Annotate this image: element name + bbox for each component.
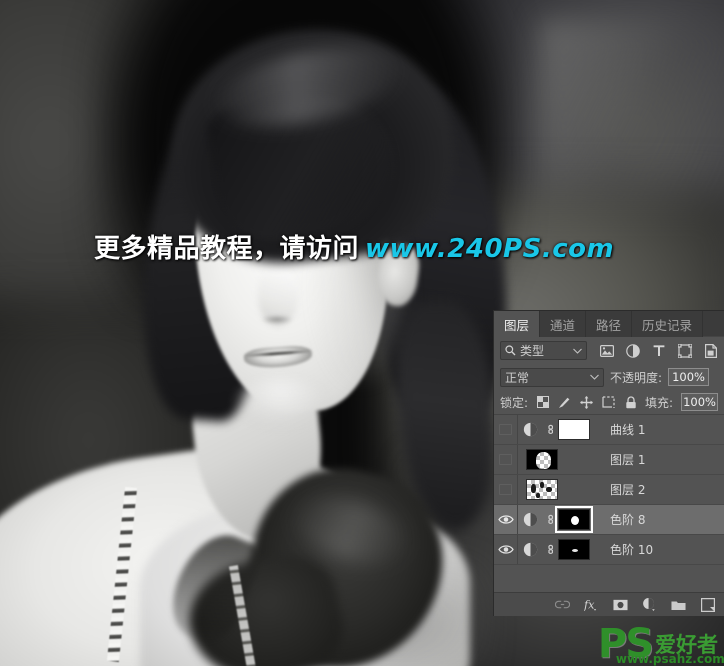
- tab-bar-filler: [703, 311, 724, 337]
- layer-filter-bar: 类型: [494, 337, 724, 364]
- adjustment-thumbnail[interactable]: [518, 512, 542, 527]
- blend-mode-value: 正常: [505, 370, 530, 385]
- mask-thumb-black-small-dot: [558, 539, 590, 560]
- mask-link-toggle[interactable]: [542, 543, 558, 556]
- opacity-label: 不透明度:: [610, 370, 663, 385]
- layer-list[interactable]: 曲线 1 图层 1 图层 2 色阶 8 色阶 10: [494, 414, 724, 565]
- new-layer-icon[interactable]: [700, 597, 715, 612]
- tab-layers[interactable]: 图层: [494, 311, 541, 337]
- mask-thumb-white: [558, 419, 590, 440]
- layer-style-fx-icon[interactable]: fx: [584, 597, 599, 612]
- add-layer-mask-icon[interactable]: [613, 597, 628, 612]
- site-logo: PS 爱好者 www.psahz.com: [598, 624, 724, 665]
- lock-artboard-icon[interactable]: [602, 395, 615, 409]
- tab-history-label: 历史记录: [642, 317, 693, 333]
- link-icon: [547, 514, 553, 524]
- fill-value: 100%: [683, 395, 716, 409]
- eye-off-icon: [499, 454, 512, 465]
- panel-tab-bar: 图层 通道 路径 历史记录: [494, 311, 724, 337]
- layer-name[interactable]: 图层 2: [600, 481, 724, 498]
- layer-name[interactable]: 色阶 8: [600, 511, 724, 528]
- layers-panel[interactable]: 图层 通道 路径 历史记录 类型 正常 不透明度: 100% 锁定: 填充: 1…: [493, 310, 724, 616]
- layer-visibility-toggle[interactable]: [494, 415, 518, 444]
- adjustment-layer-icon: [523, 512, 537, 527]
- blend-mode-select[interactable]: 正常: [500, 367, 604, 387]
- eye-icon: [497, 515, 514, 524]
- tab-channels-label: 通道: [550, 317, 576, 333]
- eye-icon: [497, 545, 514, 554]
- link-icon: [547, 424, 553, 434]
- smartobject-filter-icon[interactable]: [703, 343, 718, 358]
- blend-mode-bar: 正常 不透明度: 100%: [494, 364, 724, 390]
- layer-filter-icons: [599, 343, 718, 358]
- image-filter-icon[interactable]: [599, 343, 614, 358]
- tab-channels[interactable]: 通道: [540, 311, 587, 337]
- tab-paths[interactable]: 路径: [586, 311, 633, 337]
- layer-visibility-toggle[interactable]: [494, 475, 518, 504]
- lock-image-icon[interactable]: [558, 396, 571, 409]
- new-group-icon[interactable]: [671, 597, 686, 612]
- lock-position-icon[interactable]: [580, 395, 594, 409]
- adjustment-layer-icon: [523, 422, 537, 437]
- layer-mask-thumbnail[interactable]: [558, 539, 600, 560]
- text-filter-icon[interactable]: [651, 343, 666, 358]
- layer-visibility-toggle[interactable]: [494, 505, 518, 534]
- lock-bar: 锁定: 填充: 100%: [494, 390, 724, 414]
- lock-all-icon[interactable]: [624, 395, 637, 409]
- layer-mask-thumbnail[interactable]: [555, 506, 600, 533]
- table-row[interactable]: 图层 1: [494, 445, 724, 475]
- layer-filter-kind-label: 类型: [520, 344, 545, 358]
- tab-paths-label: 路径: [596, 317, 622, 333]
- table-row[interactable]: 曲线 1: [494, 415, 724, 445]
- lock-label: 锁定:: [500, 395, 529, 410]
- layer-filter-kind-select[interactable]: 类型: [500, 341, 587, 360]
- chevron-down-icon[interactable]: [573, 348, 582, 354]
- layer-thumb-checker-shape: [526, 479, 558, 500]
- table-row[interactable]: 图层 2: [494, 475, 724, 505]
- fill-input[interactable]: 100%: [681, 393, 718, 411]
- tab-history[interactable]: 历史记录: [632, 311, 704, 337]
- chevron-down-icon[interactable]: [590, 374, 599, 380]
- layer-thumbnail[interactable]: [518, 479, 600, 500]
- search-icon: [505, 345, 516, 356]
- layer-name[interactable]: 图层 1: [600, 451, 724, 468]
- layers-panel-footer: fx: [494, 592, 724, 616]
- opacity-value: 100%: [672, 370, 705, 384]
- logo-url-text: www.psahz.com: [615, 652, 724, 666]
- adjustment-layer-icon: [523, 542, 537, 557]
- eye-off-icon: [499, 484, 512, 495]
- mask-link-toggle[interactable]: [542, 513, 558, 526]
- photoshop-screenshot: 更多精品教程，请访问 www.240PS.com PS 爱好者 www.psahz…: [0, 0, 724, 666]
- lock-icons: [536, 395, 637, 409]
- layer-name[interactable]: 色阶 10: [600, 541, 724, 558]
- new-adjustment-layer-icon[interactable]: [642, 597, 657, 612]
- mask-link-toggle[interactable]: [542, 423, 558, 436]
- table-row[interactable]: 色阶 10: [494, 535, 724, 565]
- layer-thumbnail[interactable]: [518, 449, 600, 470]
- layer-visibility-toggle[interactable]: [494, 535, 518, 564]
- link-icon: [547, 544, 553, 554]
- shape-filter-icon[interactable]: [677, 343, 692, 358]
- watermark-url: www.240PS.com: [365, 234, 615, 264]
- layer-thumb-black-shape: [526, 449, 558, 470]
- watermark-text: 更多精品教程，请访问: [94, 234, 360, 264]
- layer-name[interactable]: 曲线 1: [600, 421, 724, 438]
- eye-off-icon: [499, 424, 512, 435]
- table-row[interactable]: 色阶 8: [494, 505, 724, 535]
- link-layers-icon[interactable]: [555, 597, 570, 612]
- layer-visibility-toggle[interactable]: [494, 445, 518, 474]
- adjustment-thumbnail[interactable]: [518, 542, 542, 557]
- fill-label: 填充:: [645, 395, 674, 410]
- opacity-input[interactable]: 100%: [668, 368, 710, 386]
- layer-mask-thumbnail[interactable]: [558, 419, 600, 440]
- adjustment-thumbnail[interactable]: [518, 422, 542, 437]
- mask-thumb-black-dot: [555, 506, 593, 533]
- watermark: 更多精品教程，请访问 www.240PS.com: [94, 228, 614, 265]
- adjustment-filter-icon[interactable]: [625, 343, 640, 358]
- lock-transparent-icon[interactable]: [536, 396, 549, 409]
- tab-layers-label: 图层: [504, 317, 530, 333]
- svg-text:fx: fx: [584, 598, 595, 611]
